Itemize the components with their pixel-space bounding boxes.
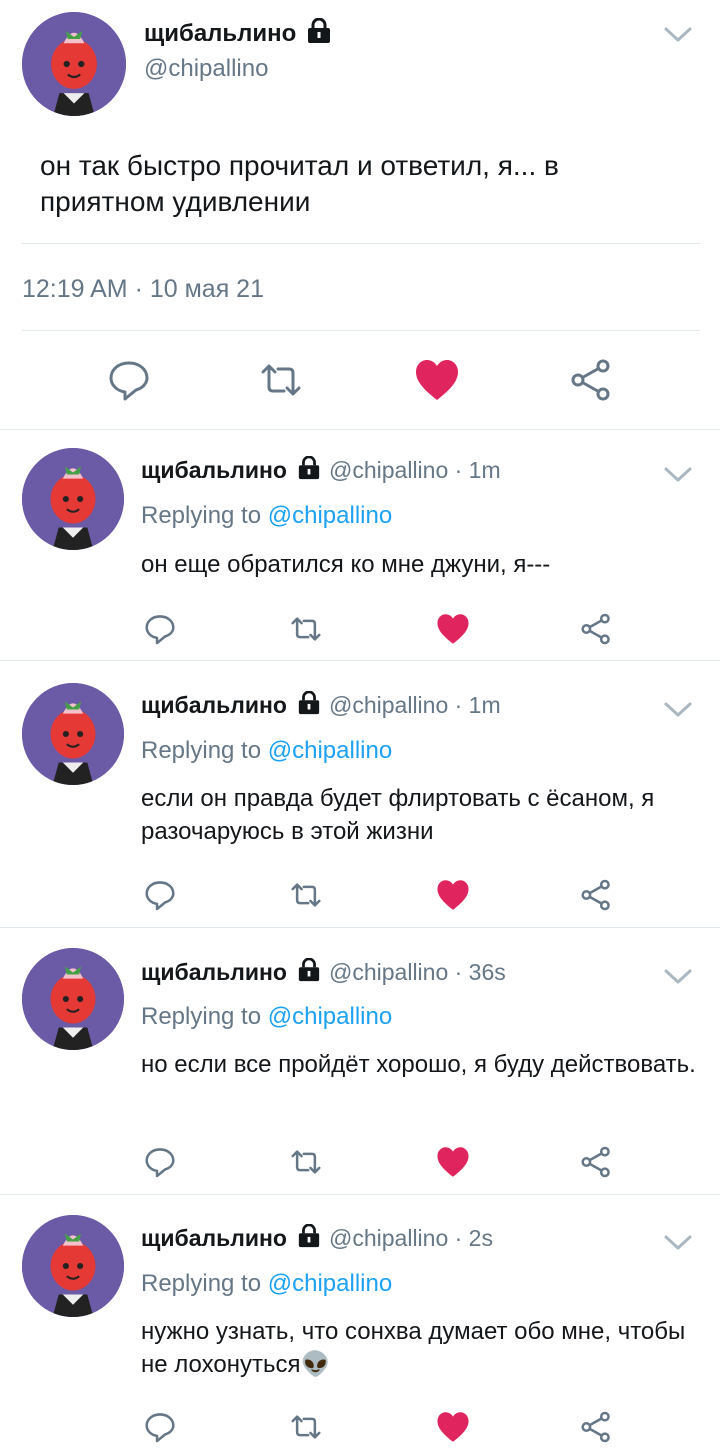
handle-time[interactable]: @chipallino · 1m <box>329 457 501 484</box>
display-name[interactable]: щибальлино <box>144 20 296 48</box>
heart-icon[interactable] <box>433 607 473 651</box>
replying-to: Replying to @chipallino <box>141 1003 392 1031</box>
author-row: щибальлино @chipallino · 2s <box>141 1223 493 1253</box>
action-bar <box>0 1405 720 1449</box>
reply-icon[interactable] <box>140 607 180 651</box>
tweet-text: нужно узнать, что сонхва думает обо мне,… <box>141 1318 686 1378</box>
display-name[interactable]: щибальлино <box>141 959 287 986</box>
avatar[interactable] <box>22 683 124 785</box>
share-icon[interactable] <box>576 873 616 917</box>
handle-time[interactable]: @chipallino · 1m <box>329 692 501 719</box>
reply-icon[interactable] <box>140 873 180 917</box>
divider <box>22 243 700 244</box>
avatar-image <box>22 1215 124 1317</box>
retweet-icon[interactable] <box>286 1140 326 1184</box>
replying-prefix: Replying to <box>141 502 268 529</box>
chevron-down-icon[interactable] <box>662 966 694 993</box>
heart-icon[interactable] <box>412 352 462 408</box>
replying-prefix: Replying to <box>141 737 268 764</box>
avatar[interactable] <box>22 448 124 550</box>
lock-icon <box>297 957 321 987</box>
retweet-icon[interactable] <box>286 873 326 917</box>
replying-to: Replying to @chipallino <box>141 737 392 765</box>
lock-icon <box>297 690 321 720</box>
lock-icon <box>297 455 321 485</box>
avatar-image <box>22 948 124 1050</box>
author-row: щибальлино @chipallino · 36s <box>141 957 506 987</box>
tweet-text: но если все пройдёт хорошо, я буду дейст… <box>141 1051 696 1078</box>
reply-tweet[interactable]: щибальлино @chipallino · 1m Replying to … <box>0 661 720 928</box>
display-name[interactable]: щибальлино <box>141 692 287 719</box>
mention-link[interactable]: @chipallino <box>268 502 392 529</box>
share-icon[interactable] <box>576 1140 616 1184</box>
action-bar <box>0 1140 720 1184</box>
share-icon[interactable] <box>576 607 616 651</box>
mention-link[interactable]: @chipallino <box>268 737 392 764</box>
avatar-image <box>22 683 124 785</box>
divider <box>22 330 700 331</box>
author-row: щибальлино @chipallino · 1m <box>141 455 501 485</box>
chevron-down-icon[interactable] <box>662 464 694 491</box>
handle-time[interactable]: @chipallino · 2s <box>329 1225 493 1252</box>
mention-link[interactable]: @chipallino <box>268 1270 392 1297</box>
lock-icon <box>297 1223 321 1253</box>
share-icon[interactable] <box>566 352 616 408</box>
retweet-icon[interactable] <box>286 1405 326 1449</box>
reply-icon[interactable] <box>104 352 154 408</box>
timestamp[interactable]: 12:19 AM · 10 мая 21 <box>22 275 264 304</box>
handle[interactable]: @chipallino <box>144 55 268 83</box>
replying-prefix: Replying to <box>141 1003 268 1030</box>
author-row: щибальлино @chipallino · 1m <box>141 690 501 720</box>
tweet-text: если он правда будет флиртовать с ёсаном… <box>141 785 655 845</box>
avatar-image <box>22 448 124 550</box>
reply-icon[interactable] <box>140 1405 180 1449</box>
replying-prefix: Replying to <box>141 1270 268 1297</box>
author-row: щибальлино <box>144 17 332 49</box>
reply-tweet[interactable]: щибальлино @chipallino · 1m Replying to … <box>0 430 720 661</box>
heart-icon[interactable] <box>433 1140 473 1184</box>
main-tweet: щибальлино @chipallino он так быстро про… <box>0 0 720 430</box>
tweet-text: он так быстро прочитал и ответил, я... в… <box>40 150 559 217</box>
replying-to: Replying to @chipallino <box>141 502 392 530</box>
avatar[interactable] <box>22 12 126 116</box>
tweet-text: он еще обратился ко мне джуни, я--- <box>141 551 551 578</box>
avatar[interactable] <box>22 948 124 1050</box>
reply-tweet[interactable]: щибальлино @chipallino · 2s Replying to … <box>0 1195 720 1452</box>
lock-icon <box>306 17 332 49</box>
chevron-down-icon[interactable] <box>662 699 694 726</box>
avatar-image <box>22 12 126 116</box>
retweet-icon[interactable] <box>286 607 326 651</box>
handle-time[interactable]: @chipallino · 36s <box>329 959 506 986</box>
share-icon[interactable] <box>576 1405 616 1449</box>
mention-link[interactable]: @chipallino <box>268 1003 392 1030</box>
display-name[interactable]: щибальлино <box>141 1225 287 1252</box>
retweet-icon[interactable] <box>256 352 306 408</box>
action-bar <box>0 607 720 651</box>
avatar[interactable] <box>22 1215 124 1317</box>
heart-icon[interactable] <box>433 1405 473 1449</box>
action-bar <box>0 352 720 412</box>
reply-icon[interactable] <box>140 1140 180 1184</box>
display-name[interactable]: щибальлино <box>141 457 287 484</box>
chevron-down-icon[interactable] <box>662 1232 694 1259</box>
replying-to: Replying to @chipallino <box>141 1270 392 1298</box>
chevron-down-icon[interactable] <box>662 24 694 51</box>
heart-icon[interactable] <box>433 873 473 917</box>
reply-tweet[interactable]: щибальлино @chipallino · 36s Replying to… <box>0 928 720 1195</box>
action-bar <box>0 873 720 917</box>
